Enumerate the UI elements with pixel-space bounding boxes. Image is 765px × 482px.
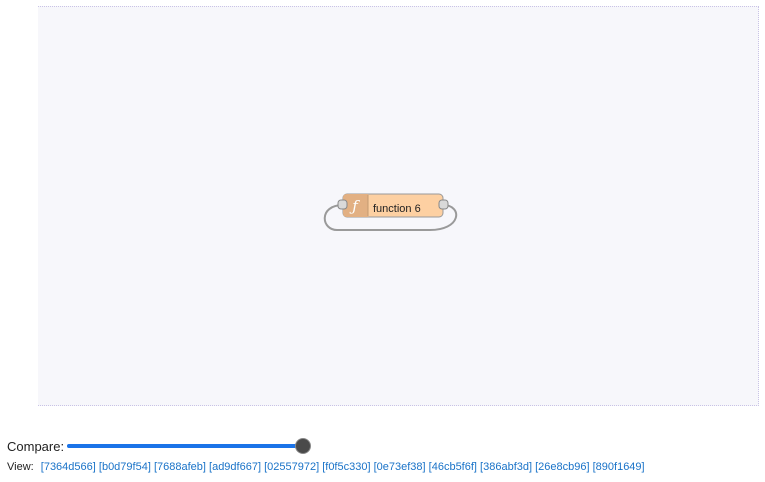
view-link[interactable]: [7364d566] <box>41 461 96 473</box>
view-label: View: <box>7 461 34 473</box>
view-link[interactable]: [890f1649] <box>593 461 645 473</box>
view-link[interactable]: [b0d79f54] <box>99 461 151 473</box>
view-link[interactable]: [46cb5f6f] <box>429 461 477 473</box>
view-link[interactable]: [7688afeb] <box>154 461 206 473</box>
view-link[interactable]: [f0f5c330] <box>322 461 370 473</box>
view-link[interactable]: [386abf3d] <box>480 461 532 473</box>
view-link[interactable]: [02557972] <box>264 461 319 473</box>
view-links: [7364d566] [b0d79f54] [7688afeb] [ad9df6… <box>41 461 645 473</box>
node-label: function 6 <box>373 203 421 215</box>
compare-slider[interactable] <box>67 438 311 454</box>
flow-canvas[interactable]: ƒ function 6 <box>38 6 759 406</box>
flow-diagram: ƒ function 6 <box>323 193 458 232</box>
view-row: View: [7364d566] [b0d79f54] [7688afeb] [… <box>7 461 645 473</box>
flow-diff-viewer: ƒ function 6 Compare: View: [7364d566] [… <box>0 0 765 482</box>
view-link[interactable]: [ad9df667] <box>209 461 261 473</box>
slider-fill <box>67 444 304 448</box>
view-link[interactable]: [26e8cb96] <box>535 461 589 473</box>
output-port[interactable] <box>438 199 449 210</box>
view-link[interactable]: [0e73ef38] <box>374 461 426 473</box>
function-node[interactable]: ƒ function 6 <box>342 193 444 218</box>
slider-thumb[interactable] <box>296 439 311 453</box>
compare-label: Compare: <box>7 438 65 454</box>
input-port[interactable] <box>337 199 348 210</box>
compare-row: Compare: <box>7 438 311 454</box>
